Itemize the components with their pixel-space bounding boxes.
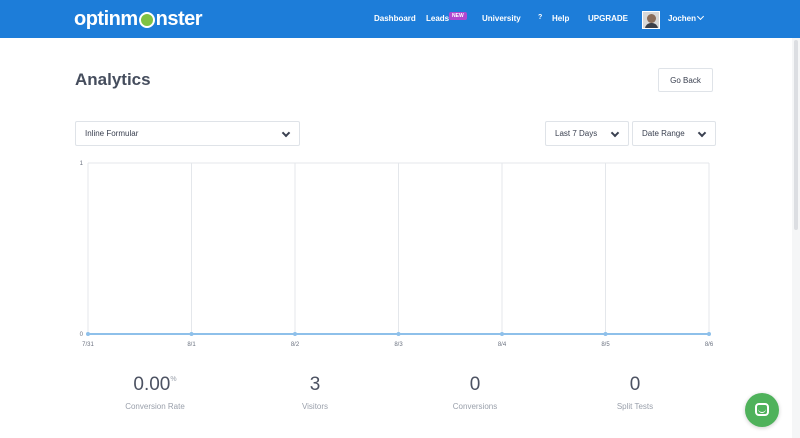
stat-number: 3 xyxy=(309,374,321,395)
stat-card: 0.00% Conversion Rate xyxy=(75,374,235,411)
x-tick-label: 8/5 xyxy=(601,342,610,348)
x-tick-label: 8/3 xyxy=(394,342,403,348)
stat-number: 0.00 xyxy=(133,374,171,395)
x-tick-label: 8/2 xyxy=(291,342,300,348)
data-point xyxy=(396,332,401,336)
data-point xyxy=(500,332,504,336)
stat-unit: % xyxy=(170,376,177,383)
data-point xyxy=(293,332,297,336)
stat-label: Conversions xyxy=(452,402,498,411)
data-point xyxy=(707,332,711,336)
x-tick-label: 8/1 xyxy=(187,342,196,348)
stat-card: 3 Visitors xyxy=(235,374,395,411)
stat-label: Visitors xyxy=(301,402,329,411)
stat-card: 0 Split Tests xyxy=(555,374,715,411)
x-tick-label: 8/4 xyxy=(498,342,507,348)
data-point xyxy=(86,332,90,336)
scrollbar-thumb[interactable] xyxy=(794,40,798,230)
chat-bubble-icon[interactable] xyxy=(745,393,779,427)
stat-number: 0 xyxy=(469,374,481,395)
stat-value: 0.00% xyxy=(75,374,235,396)
stat-label: Conversion Rate xyxy=(125,402,185,411)
analytics-line-chart: 0 1 7/31 8/1 8/2 8/3 8/4 8/5 8/6 xyxy=(80,161,714,348)
y-tick-label: 1 xyxy=(80,161,84,167)
stat-value: 0 xyxy=(555,374,715,396)
stat-value: 0 xyxy=(395,374,555,396)
y-tick-label: 0 xyxy=(80,332,84,338)
x-tick-label: 8/6 xyxy=(705,342,714,348)
data-point xyxy=(603,332,608,336)
stat-card: 0 Conversions xyxy=(395,374,555,411)
data-point xyxy=(189,332,194,336)
stat-value: 3 xyxy=(235,374,395,396)
stat-label: Split Tests xyxy=(616,402,654,411)
x-tick-label: 7/31 xyxy=(82,342,94,348)
stat-number: 0 xyxy=(629,374,641,395)
